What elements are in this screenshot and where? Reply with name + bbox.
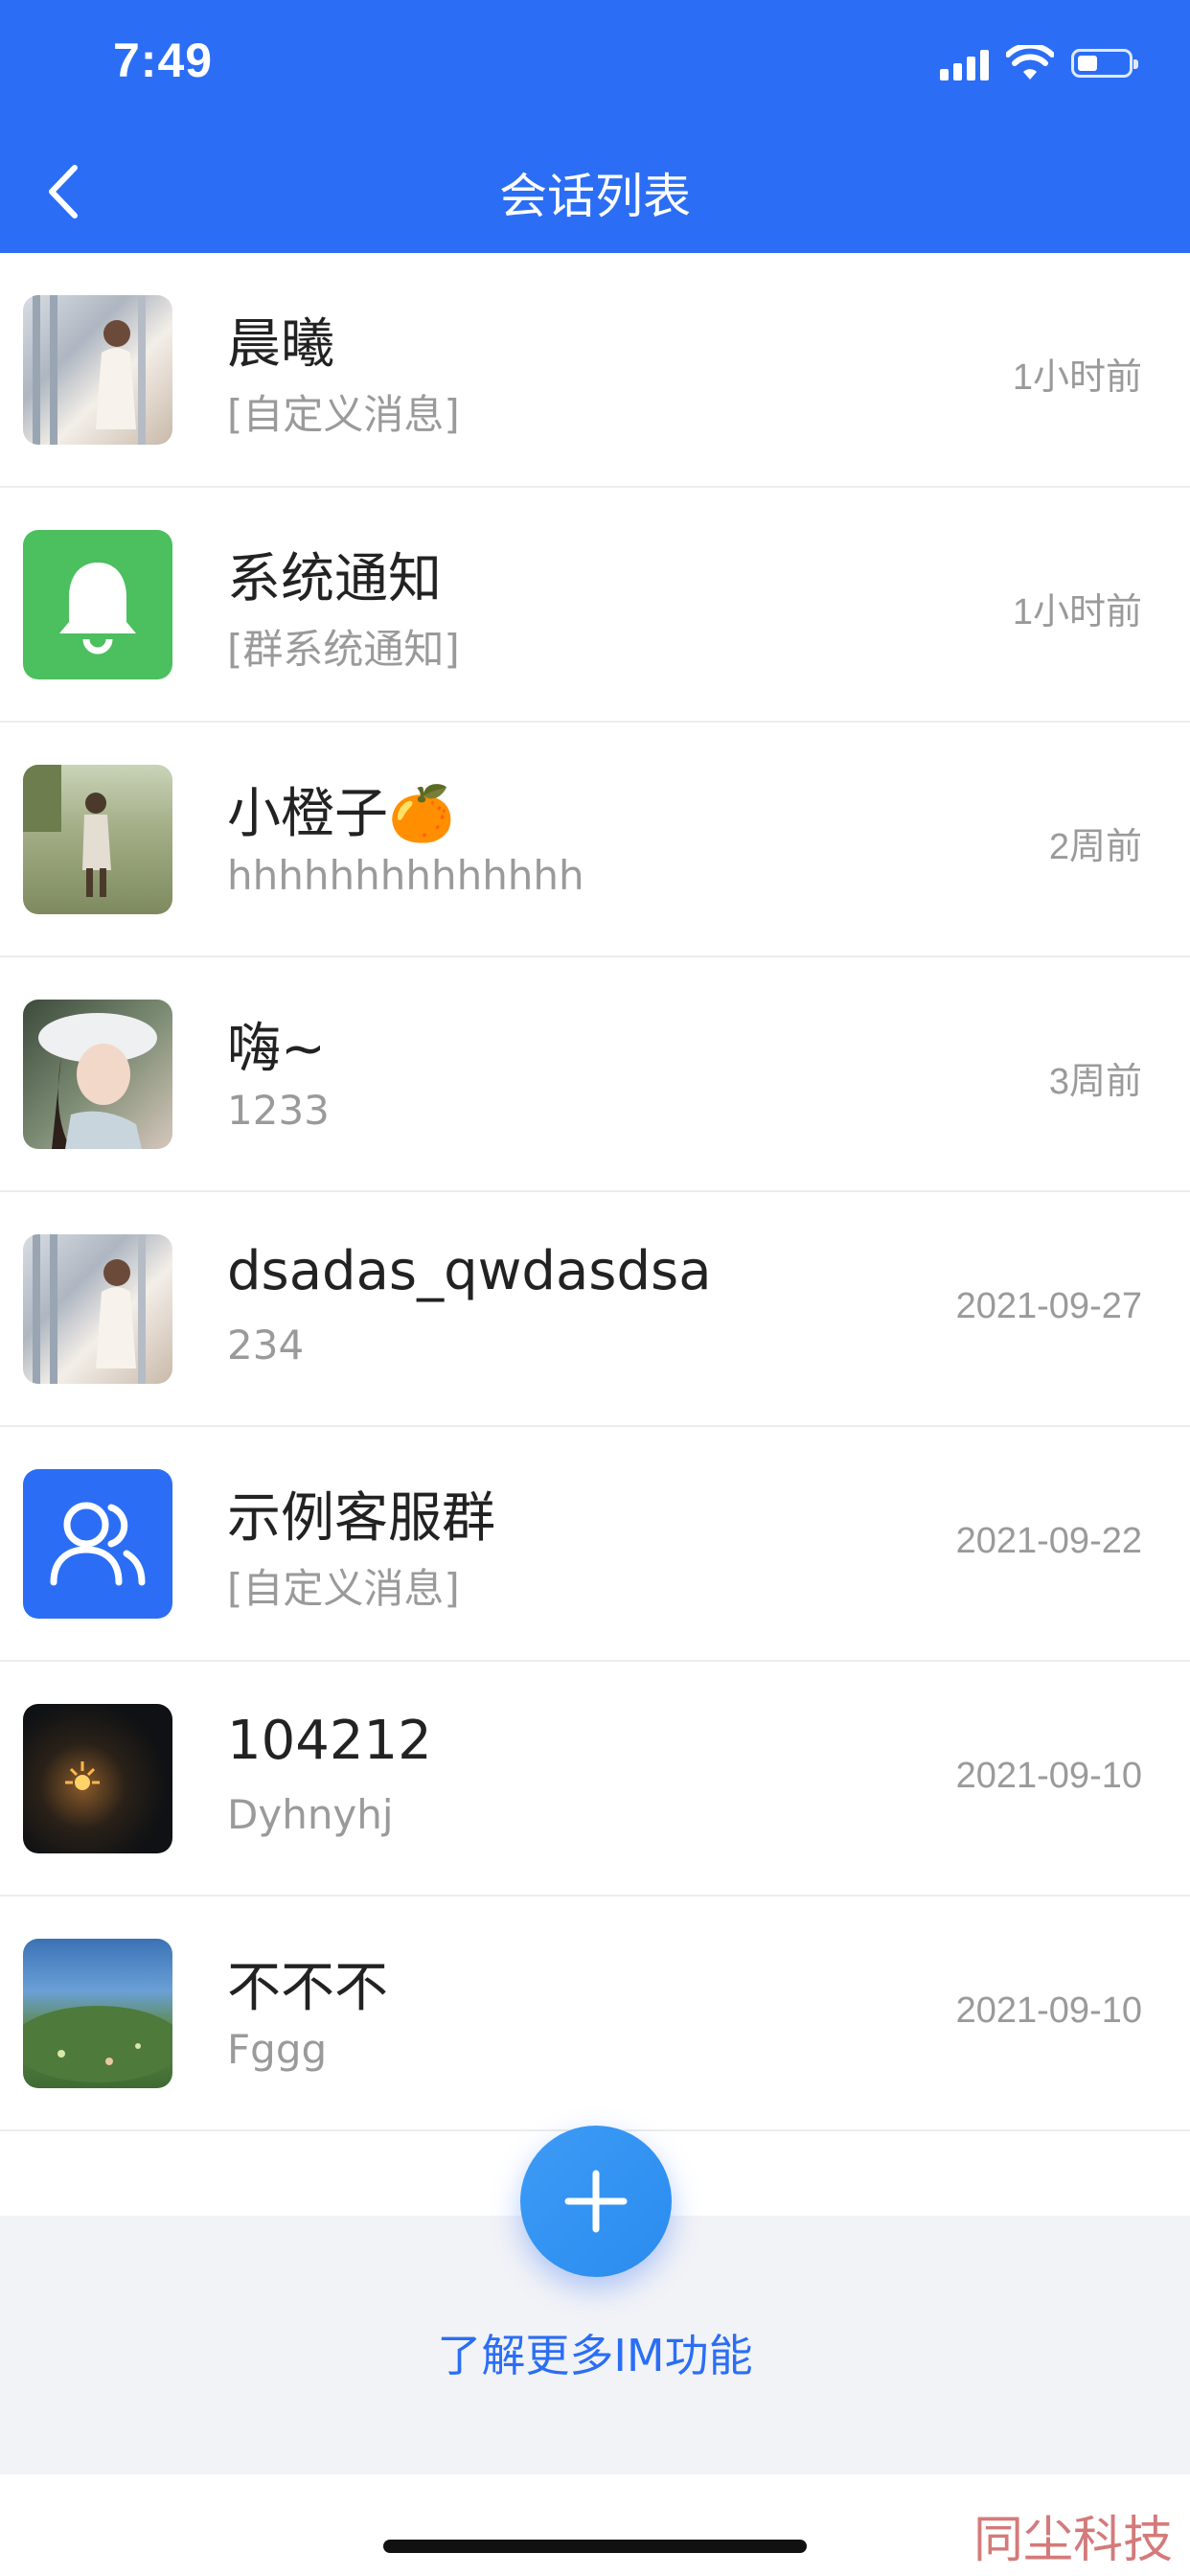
conversation-name: 晨曦 — [227, 313, 334, 376]
page-title: 会话列表 — [499, 169, 691, 224]
battery-icon — [1071, 49, 1138, 78]
watermark: 同尘科技 — [973, 2512, 1173, 2569]
conversation-row[interactable]: 示例客服群 [自定义消息] 2021-09-22 — [0, 1427, 1190, 1662]
conversation-time: 2021-09-10 — [955, 1756, 1142, 1796]
conversation-message: 1233 — [227, 1087, 330, 1134]
wifi-icon — [1006, 45, 1054, 80]
group-icon — [23, 1469, 172, 1619]
conversation-row[interactable]: dsadas_qwdasdsa 234 2021-09-27 — [0, 1192, 1190, 1427]
conversation-time: 2周前 — [1048, 827, 1142, 867]
learn-more-link[interactable]: 了解更多IM功能 — [0, 2321, 1190, 2384]
conversation-name: 104212 — [227, 1710, 432, 1772]
conversation-row[interactable]: 104212 Dyhnyhj 2021-09-10 — [0, 1662, 1190, 1897]
conversation-row[interactable]: 系统通知 [群系统通知] 1小时前 — [0, 488, 1190, 723]
conversation-message: 234 — [227, 1322, 305, 1368]
home-area: 同尘科技 — [0, 2474, 1190, 2576]
conversation-message: hhhhhhhhhhhhhh — [227, 852, 584, 899]
conversation-name: 不不不 — [227, 1957, 388, 2019]
conversation-list: 晨曦 [自定义消息] 1小时前 系统通知 [群系统通知] 1小时前 小橙子🍊 h… — [0, 253, 1190, 2131]
home-indicator[interactable] — [383, 2540, 807, 2553]
avatar — [23, 295, 172, 445]
conversation-name: 示例客服群 — [227, 1487, 495, 1550]
conversation-message: Fggg — [227, 2026, 328, 2073]
signal-icon — [940, 46, 989, 80]
conversation-row[interactable]: 不不不 Fggg 2021-09-10 — [0, 1897, 1190, 2131]
conversation-name: 小橙子🍊 — [227, 783, 455, 845]
conversation-message: [群系统通知] — [227, 626, 460, 673]
bell-icon — [23, 530, 172, 679]
conversation-message: [自定义消息] — [227, 1565, 460, 1612]
conversation-time: 1小时前 — [1012, 357, 1142, 398]
conversation-name: 嗨~ — [227, 1018, 326, 1080]
app-header: 7:49 会话列表 — [0, 0, 1190, 253]
add-button[interactable] — [520, 2126, 672, 2277]
conversation-time: 1小时前 — [1012, 592, 1142, 632]
conversation-row[interactable]: 晨曦 [自定义消息] 1小时前 — [0, 253, 1190, 488]
status-time: 7:49 — [113, 34, 214, 87]
status-icons — [940, 42, 1138, 84]
conversation-time: 2021-09-27 — [955, 1286, 1142, 1326]
conversation-time: 2021-09-10 — [955, 1990, 1142, 2031]
avatar — [23, 1000, 172, 1149]
conversation-message: [自定义消息] — [227, 391, 460, 438]
conversation-message: Dyhnyhj — [227, 1791, 394, 1838]
conversation-row[interactable]: 嗨~ 1233 3周前 — [0, 957, 1190, 1192]
conversation-name: 系统通知 — [227, 548, 442, 610]
conversation-name: dsadas_qwdasdsa — [227, 1240, 712, 1302]
avatar — [23, 1704, 172, 1853]
plus-icon — [564, 2170, 628, 2233]
conversation-time: 3周前 — [1048, 1062, 1142, 1102]
avatar — [23, 1939, 172, 2088]
avatar — [23, 765, 172, 914]
conversation-time: 2021-09-22 — [955, 1521, 1142, 1561]
avatar — [23, 1234, 172, 1384]
conversation-row[interactable]: 小橙子🍊 hhhhhhhhhhhhhh 2周前 — [0, 723, 1190, 957]
